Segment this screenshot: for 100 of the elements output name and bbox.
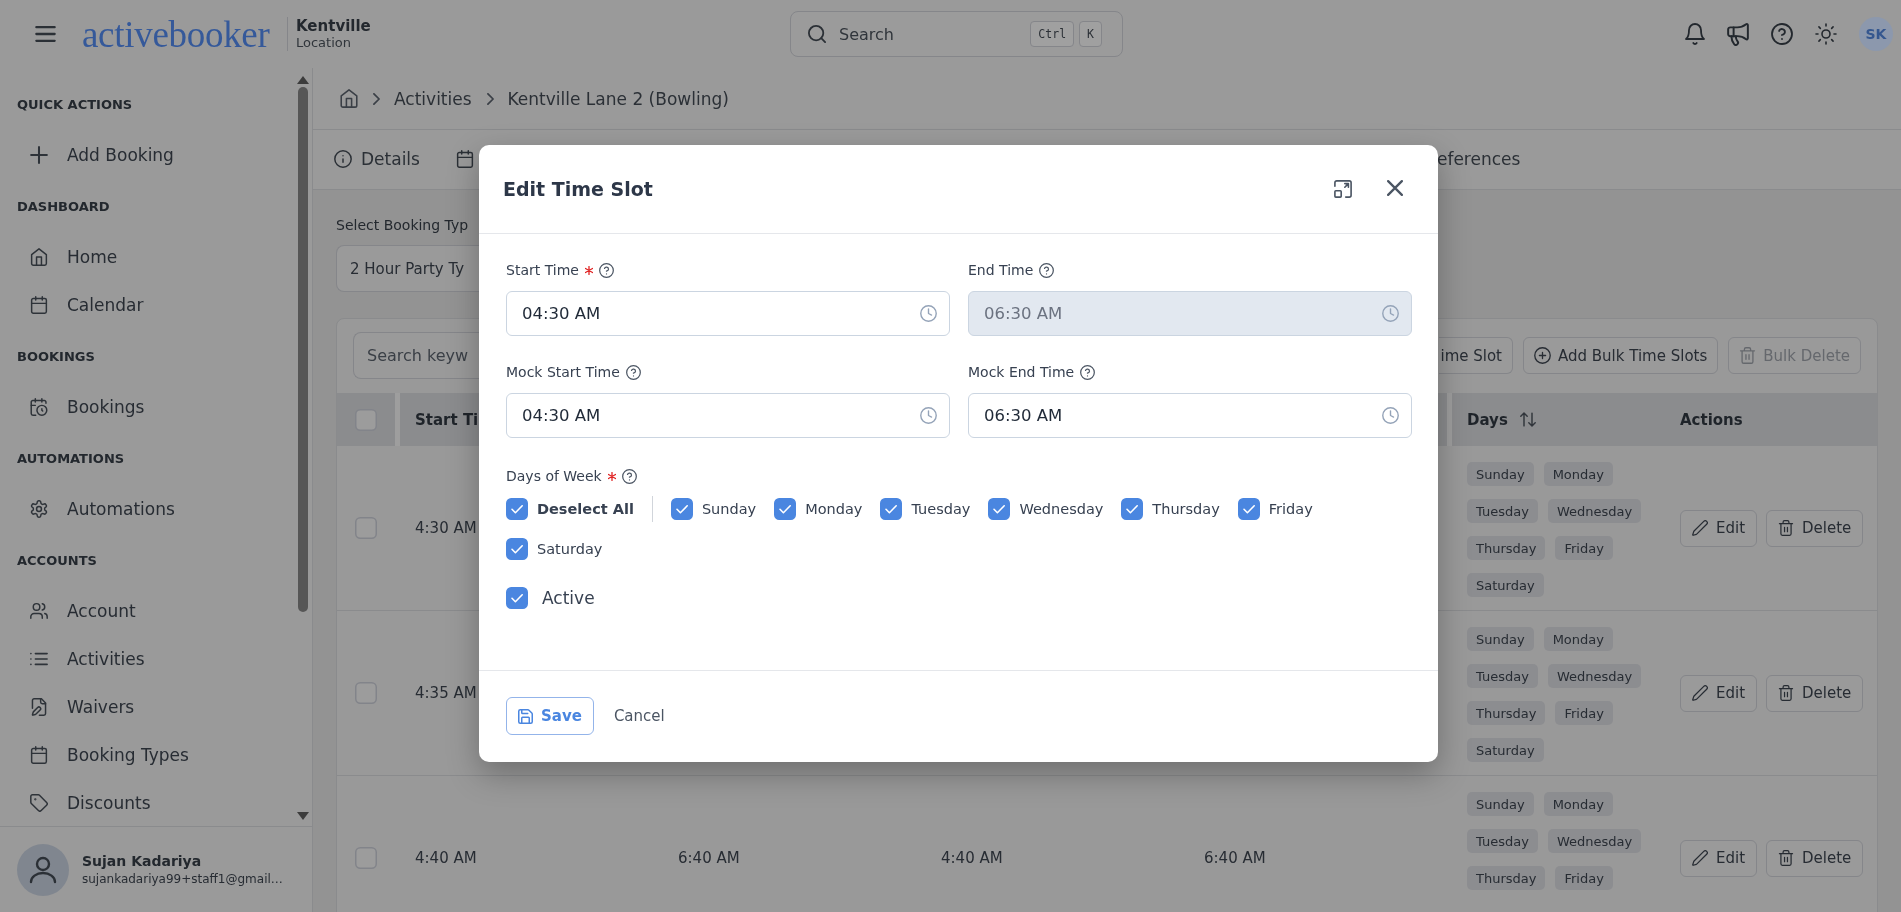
- help-icon[interactable]: [598, 262, 614, 278]
- calendar-icon: [455, 149, 474, 168]
- time-field[interactable]: 04:30 AM: [506, 291, 950, 336]
- checkbox-label[interactable]: Saturday: [537, 539, 603, 559]
- scroll-up-arrow-icon[interactable]: [297, 76, 309, 84]
- checkbox-label[interactable]: Deselect All: [537, 499, 634, 519]
- home-icon[interactable]: [340, 89, 358, 108]
- sun-icon[interactable]: [1815, 23, 1837, 45]
- field-label: End Time: [968, 261, 1034, 280]
- help-icon[interactable]: [625, 364, 641, 380]
- delete-button[interactable]: Delete: [1766, 839, 1864, 877]
- sidebar-item[interactable]: Home: [0, 233, 288, 281]
- checkbox-label[interactable]: Friday: [1268, 499, 1313, 519]
- day-tag: Friday: [1555, 866, 1613, 890]
- info-icon: [334, 149, 352, 168]
- checkbox[interactable]: [670, 498, 693, 520]
- sidebar-item[interactable]: Activities: [0, 635, 288, 683]
- checkbox[interactable]: [1121, 498, 1144, 520]
- table-cell: 4:40 AM: [415, 849, 477, 867]
- checkbox[interactable]: [506, 587, 528, 609]
- field-label: Start Time: [506, 261, 579, 280]
- tag-icon: [30, 794, 48, 812]
- scroll-down-arrow-icon[interactable]: [297, 812, 309, 820]
- user-avatar-icon[interactable]: [17, 843, 69, 896]
- day-tag: Tuesday: [1467, 829, 1538, 853]
- help-icon[interactable]: [621, 468, 637, 484]
- location-label: Location: [296, 35, 352, 51]
- breadcrumb-link[interactable]: Activities: [394, 88, 472, 109]
- calendar-icon: [30, 746, 48, 764]
- checkbox[interactable]: [355, 408, 377, 431]
- clock-icon[interactable]: [1382, 305, 1399, 322]
- search-icon: [808, 25, 826, 43]
- section-heading: AUTOMATIONS: [16, 450, 125, 468]
- day-tag: Sunday: [1467, 462, 1534, 486]
- tab[interactable]: eferences: [1436, 130, 1521, 189]
- checkbox[interactable]: [774, 498, 797, 520]
- toolbar-button[interactable]: ime Slot: [1439, 337, 1513, 374]
- sidebar-item[interactable]: Booking Types: [0, 731, 288, 779]
- sidebar-item[interactable]: Discounts: [0, 779, 288, 826]
- checkbox[interactable]: [355, 517, 377, 539]
- list-icon: [30, 650, 48, 668]
- location-name: Kentville: [296, 17, 371, 35]
- toolbar-button[interactable]: Add Bulk Time Slots: [1523, 337, 1719, 374]
- checkbox-label[interactable]: Active: [542, 588, 595, 608]
- table-cell: 6:40 AM: [678, 849, 740, 867]
- sidebar-item[interactable]: Automations: [0, 485, 288, 533]
- tab[interactable]: Details: [334, 130, 420, 189]
- sidebar-item[interactable]: Bookings: [0, 383, 288, 431]
- checkbox[interactable]: [506, 538, 528, 560]
- home-icon: [30, 248, 48, 266]
- modal-title: Edit Time Slot: [503, 178, 653, 200]
- plus-icon: [30, 146, 48, 164]
- megaphone-icon[interactable]: [1727, 22, 1749, 46]
- pencil-icon: [1692, 685, 1708, 701]
- checkbox[interactable]: [506, 498, 528, 520]
- sidebar-item[interactable]: Add Booking: [0, 131, 288, 179]
- scrollbar-thumb[interactable]: [298, 87, 308, 612]
- sort-icon[interactable]: [1519, 412, 1536, 427]
- day-tag: Sunday: [1467, 792, 1534, 816]
- checkbox[interactable]: [355, 682, 377, 704]
- edit-button[interactable]: Edit: [1680, 674, 1758, 712]
- checkbox-label[interactable]: Tuesday: [911, 499, 971, 519]
- users-icon: [30, 602, 48, 620]
- clock-icon[interactable]: [920, 407, 937, 424]
- time-field[interactable]: 04:30 AM: [506, 393, 950, 438]
- day-tag: Sunday: [1467, 627, 1534, 651]
- sidebar-item[interactable]: Waivers: [0, 683, 288, 731]
- day-tag: Wednesday: [1547, 499, 1642, 523]
- edit-button[interactable]: Edit: [1680, 839, 1758, 877]
- help-icon[interactable]: [1039, 262, 1055, 278]
- menu-icon[interactable]: [35, 26, 56, 42]
- booking-type-select[interactable]: 2 Hour Party Ty: [336, 245, 480, 292]
- checkbox[interactable]: [880, 498, 903, 520]
- day-tag: Thursday: [1467, 866, 1546, 890]
- section-heading: ACCOUNTS: [16, 552, 97, 570]
- table-cell: 4:40 AM: [941, 849, 1003, 867]
- sidebar-item[interactable]: Account: [0, 587, 288, 635]
- sidebar-item[interactable]: Calendar: [0, 281, 288, 329]
- clock-icon[interactable]: [1382, 407, 1399, 424]
- checkbox[interactable]: [355, 847, 377, 869]
- time-field[interactable]: 06:30 AM: [968, 393, 1412, 438]
- checkbox-label[interactable]: Sunday: [701, 499, 757, 519]
- help-icon[interactable]: [1080, 364, 1096, 380]
- column-header: Actions: [1680, 410, 1743, 429]
- edit-button[interactable]: Edit: [1680, 509, 1758, 547]
- expand-icon[interactable]: [1334, 180, 1352, 198]
- save-button[interactable]: Save: [506, 697, 594, 735]
- checkbox-label[interactable]: Wednesday: [1019, 499, 1104, 519]
- checkbox-label[interactable]: Monday: [805, 499, 863, 519]
- checkbox[interactable]: [988, 498, 1011, 520]
- cancel-button[interactable]: Cancel: [613, 707, 665, 725]
- delete-button[interactable]: Delete: [1766, 509, 1864, 547]
- checkbox-label[interactable]: Thursday: [1152, 499, 1220, 519]
- clock-icon[interactable]: [920, 305, 937, 322]
- bell-icon[interactable]: [1685, 23, 1705, 45]
- close-icon[interactable]: [1387, 180, 1403, 196]
- delete-button[interactable]: Delete: [1766, 674, 1864, 712]
- checkbox[interactable]: [1237, 498, 1260, 520]
- help-icon[interactable]: [1771, 23, 1793, 45]
- search-field[interactable]: Search keyw: [353, 332, 479, 379]
